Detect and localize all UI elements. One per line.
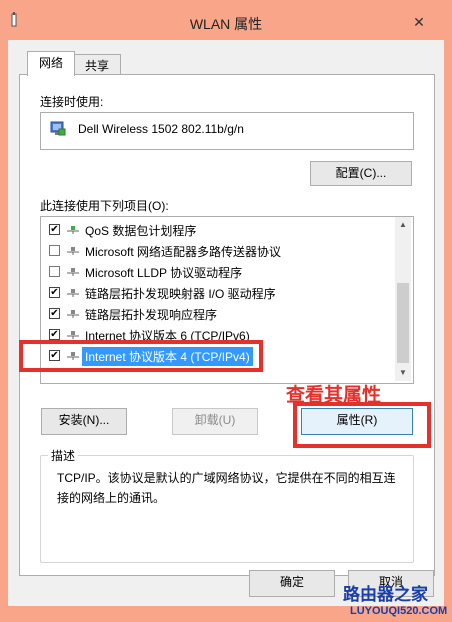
close-icon: ✕ [413,14,425,30]
scroll-up-icon[interactable]: ▲ [395,220,411,229]
install-button[interactable]: 安装(N)... [41,408,127,435]
adapter-name: Dell Wireless 1502 802.11b/g/n [78,122,244,136]
network-protocol-icon [67,268,79,276]
window-title: WLAN 属性 [189,16,263,32]
list-item-label: Microsoft LLDP 协议驱动程序 [85,266,243,280]
network-protocol-icon [67,331,79,339]
scroll-down-icon[interactable]: ▼ [395,368,411,377]
checkbox[interactable]: ✔ [49,308,60,319]
checkbox[interactable] [49,266,60,277]
list-item[interactable]: ✔ QoS 数据包计划程序 [41,219,397,240]
highlight-box-properties [293,402,431,448]
checkbox[interactable]: ✔ [49,287,60,298]
network-protocol-icon [67,310,79,318]
items-label: 此连接使用下列项目(O): [40,199,169,213]
checkbox[interactable]: ✔ [49,329,60,340]
scrollbar-thumb[interactable] [397,283,409,363]
close-button[interactable]: ✕ [404,11,434,33]
network-service-icon [67,226,79,234]
uninstall-button[interactable]: 卸载(U) [172,408,258,435]
list-item-label: 链路层拓扑发现响应程序 [85,308,218,322]
configure-button[interactable]: 配置(C)... [310,161,412,186]
list-item[interactable]: Microsoft LLDP 协议驱动程序 [41,261,397,282]
highlight-box-ipv4 [19,340,263,372]
description-title: 描述 [48,447,79,464]
list-item-label: QoS 数据包计划程序 [85,224,197,238]
annotation-text: 查看其属性 [286,385,382,406]
list-item-label: 链路层拓扑发现映射器 I/O 驱动程序 [85,287,276,301]
ok-button[interactable]: 确定 [249,570,335,597]
list-item[interactable]: Microsoft 网络适配器多路传送器协议 [41,240,397,261]
checkbox[interactable] [49,245,60,256]
description-text: TCP/IP。该协议是默认的广域网络协议，它提供在不同的相互连接的网络上的通讯。 [57,471,396,505]
tab-network[interactable]: 网络 [27,51,75,76]
list-item-label: Microsoft 网络适配器多路传送器协议 [85,245,282,259]
watermark-url: LUYOUQI520.COM [350,605,448,617]
network-adapter-icon [49,119,67,137]
connect-using-label: 连接时使用: [40,95,104,109]
list-item[interactable]: ✔ 链路层拓扑发现响应程序 [41,303,397,324]
network-protocol-icon [67,247,79,255]
list-item[interactable]: ✔ 链路层拓扑发现映射器 I/O 驱动程序 [41,282,397,303]
checkbox[interactable]: ✔ [49,224,60,235]
network-protocol-icon [67,289,79,297]
watermark-logo: 路由器之家 [343,585,428,604]
